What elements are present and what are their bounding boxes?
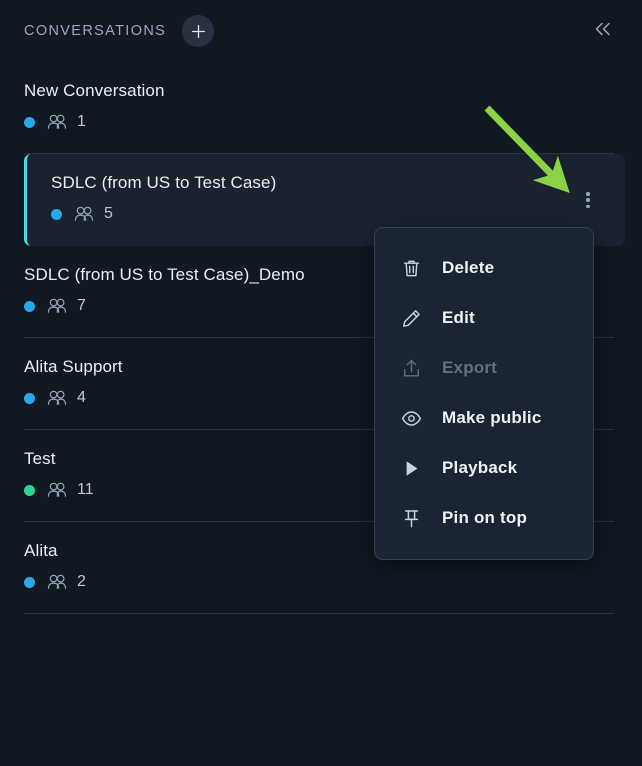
status-badge bbox=[24, 116, 35, 128]
menu-item-edit[interactable]: Edit bbox=[375, 293, 593, 343]
menu-item-delete[interactable]: Delete bbox=[375, 243, 593, 293]
menu-item-pin-on-top[interactable]: Pin on top bbox=[375, 493, 593, 543]
conversation-meta: 5 bbox=[51, 204, 601, 224]
sidebar-header: CONVERSATIONS bbox=[0, 0, 642, 62]
people-icon bbox=[47, 574, 77, 590]
people-icon bbox=[47, 114, 77, 130]
participant-count: 11 bbox=[77, 481, 94, 498]
menu-item-export: Export bbox=[375, 343, 593, 393]
participant-count: 1 bbox=[77, 113, 86, 130]
menu-item-label: Edit bbox=[442, 308, 475, 327]
menu-item-label: Make public bbox=[442, 408, 542, 427]
participant-count: 7 bbox=[77, 297, 86, 314]
menu-item-make-public[interactable]: Make public bbox=[375, 393, 593, 443]
add-conversation-button[interactable] bbox=[182, 15, 215, 47]
eye-icon bbox=[400, 408, 422, 429]
people-icon bbox=[47, 298, 77, 314]
conversation-item[interactable]: New Conversation 1 bbox=[0, 62, 642, 154]
upload-icon bbox=[400, 358, 422, 379]
conversations-sidebar: CONVERSATIONS New Conversation 1 SDLC (fro… bbox=[0, 0, 642, 766]
page-title: CONVERSATIONS bbox=[24, 23, 167, 39]
menu-item-label: Export bbox=[442, 358, 498, 377]
trash-icon bbox=[400, 258, 422, 279]
status-badge bbox=[51, 208, 62, 220]
people-icon bbox=[47, 482, 77, 498]
status-badge bbox=[24, 300, 35, 312]
conversation-title: New Conversation bbox=[24, 81, 165, 100]
conversation-meta: 1 bbox=[24, 112, 618, 132]
status-badge bbox=[24, 484, 35, 496]
participant-count: 2 bbox=[77, 573, 86, 590]
menu-item-label: Playback bbox=[442, 458, 518, 477]
pencil-icon bbox=[400, 308, 422, 329]
chevron-double-left-icon bbox=[592, 20, 614, 43]
conversation-options-menu-button[interactable] bbox=[577, 188, 599, 212]
people-icon bbox=[74, 206, 104, 222]
participant-count: 5 bbox=[104, 205, 113, 222]
menu-item-label: Delete bbox=[442, 258, 495, 277]
menu-item-label: Pin on top bbox=[442, 508, 528, 527]
status-badge bbox=[24, 392, 35, 404]
play-icon bbox=[400, 458, 422, 479]
menu-item-playback[interactable]: Playback bbox=[375, 443, 593, 493]
plus-icon bbox=[191, 24, 206, 39]
people-icon bbox=[47, 390, 77, 406]
conversation-meta: 2 bbox=[24, 572, 618, 592]
list-divider bbox=[24, 613, 614, 614]
conversation-title: SDLC (from US to Test Case) bbox=[51, 173, 277, 192]
collapse-sidebar-button[interactable] bbox=[588, 16, 618, 46]
conversation-context-menu[interactable]: Delete Edit Export Make public Playback Pin o… bbox=[374, 227, 594, 560]
participant-count: 4 bbox=[77, 389, 86, 406]
status-badge bbox=[24, 576, 35, 588]
pin-icon bbox=[400, 508, 422, 529]
